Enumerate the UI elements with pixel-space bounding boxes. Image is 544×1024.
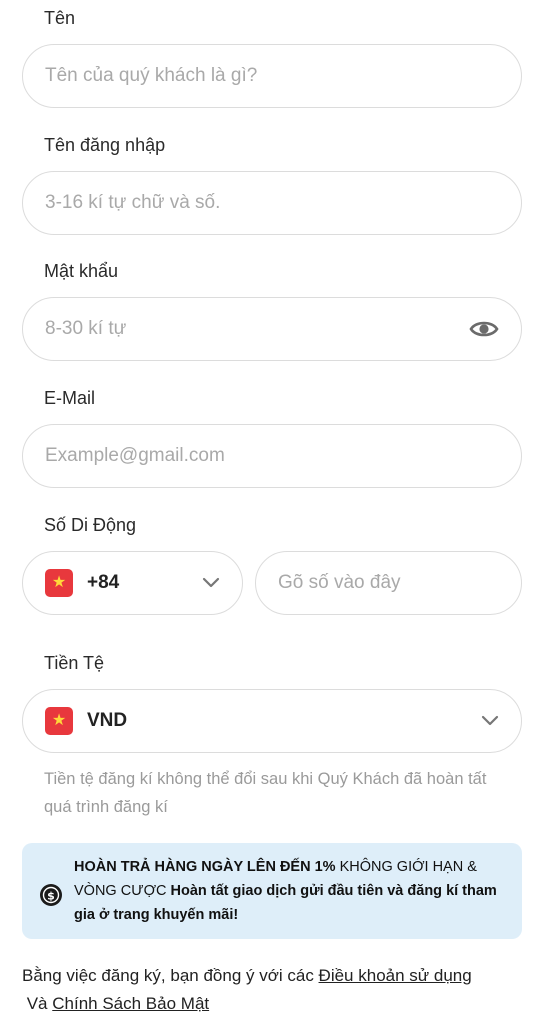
email-label: E-Mail	[44, 388, 96, 408]
terms-prefix: Bằng việc đăng ký, bạn đồng ý với các	[22, 966, 319, 985]
currency-note: Tiền tệ đăng kí không thể đổi sau khi Qu…	[44, 770, 487, 816]
country-code-value: +84	[87, 572, 120, 593]
name-label: Tên	[44, 8, 76, 28]
cashback-icon: $	[40, 884, 62, 906]
chevron-down-icon	[481, 715, 499, 726]
currency-value: VND	[87, 710, 128, 731]
promo-text: HOÀN TRẢ HÀNG NGÀY LÊN ĐẾN 1% KHÔNG GIỚI…	[74, 855, 508, 927]
phone-label: Số Di Động	[44, 515, 137, 535]
name-input[interactable]	[45, 65, 499, 87]
privacy-policy-link[interactable]: Chính Sách Bảo Mật	[52, 994, 209, 1013]
username-label: Tên đăng nhập	[44, 135, 166, 155]
svg-text:$: $	[47, 890, 55, 903]
username-input[interactable]	[45, 192, 499, 214]
email-input[interactable]	[45, 445, 499, 467]
phone-field[interactable]	[255, 551, 522, 615]
chevron-down-icon	[202, 577, 220, 588]
terms-text: Bằng việc đăng ký, bạn đồng ý với các Đi…	[22, 962, 522, 1018]
terms-of-use-link[interactable]: Điều khoản sử dụng	[319, 966, 472, 985]
password-field[interactable]	[22, 297, 522, 361]
currency-label: Tiền Tệ	[44, 653, 105, 673]
password-label: Mật khẩu	[44, 261, 119, 281]
username-field[interactable]	[22, 171, 522, 235]
country-code-select[interactable]: ★ +84	[22, 551, 243, 615]
vietnam-flag-icon: ★	[45, 569, 73, 597]
terms-conjunction: Và	[22, 994, 53, 1013]
vietnam-flag-icon: ★	[45, 707, 73, 735]
email-field[interactable]	[22, 424, 522, 488]
password-input[interactable]	[45, 318, 465, 340]
promo-headline: HOÀN TRẢ HÀNG NGÀY LÊN ĐẾN 1%	[74, 859, 336, 875]
name-field[interactable]	[22, 44, 522, 108]
promo-banner[interactable]: $ HOÀN TRẢ HÀNG NGÀY LÊN ĐẾN 1% KHÔNG GI…	[22, 843, 522, 939]
eye-icon[interactable]	[469, 319, 499, 339]
currency-select[interactable]: ★ VND	[22, 689, 522, 753]
phone-input[interactable]	[278, 572, 499, 594]
